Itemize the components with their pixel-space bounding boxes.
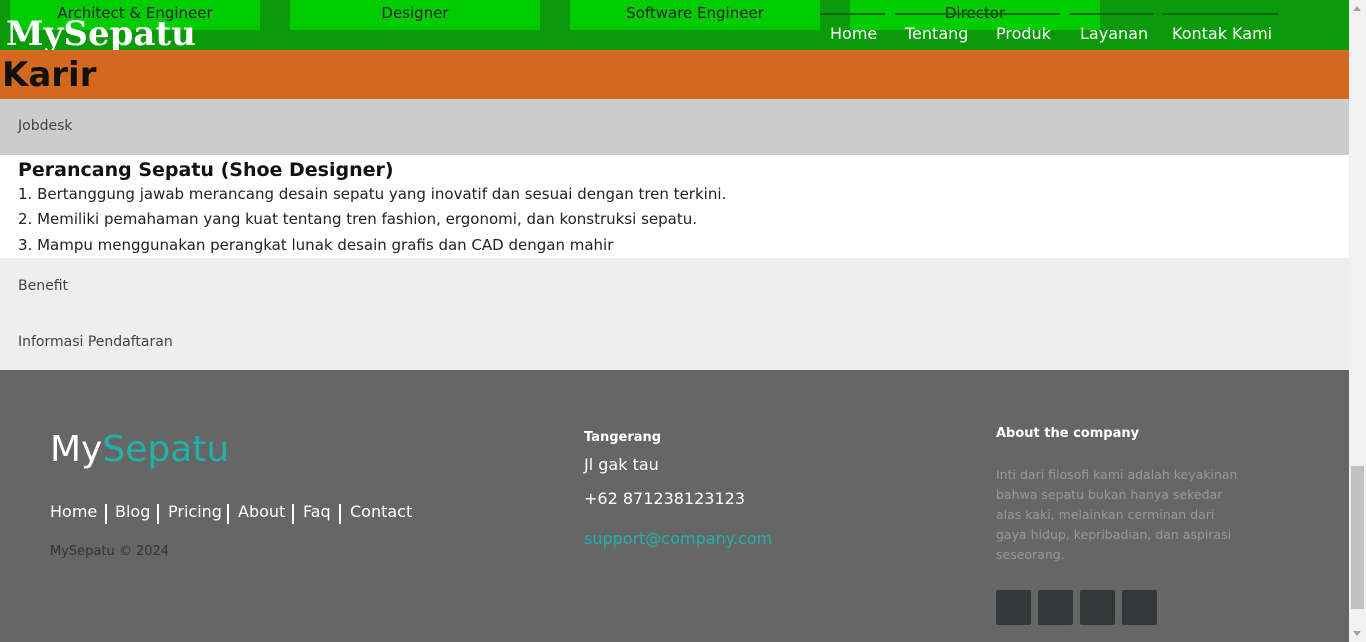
job-tab-designer[interactable]: Designer bbox=[290, 0, 540, 30]
job-tab-director[interactable]: Director bbox=[850, 0, 1100, 30]
nav-underline bbox=[1163, 13, 1278, 15]
accordion-label: Jobdesk bbox=[18, 118, 73, 134]
jobdesk-item: 3. Mampu menggunakan perangkat lunak des… bbox=[18, 236, 614, 254]
link-separator bbox=[227, 504, 229, 524]
scroll-up-arrow-icon[interactable] bbox=[1349, 0, 1366, 17]
link-separator bbox=[339, 504, 341, 524]
site-header: Architect & Engineer Designer Software E… bbox=[0, 0, 1349, 54]
footer-link-about[interactable]: About bbox=[238, 502, 285, 521]
nav-produk[interactable]: Produk bbox=[996, 24, 1051, 43]
accordion-informasi-pendaftaran-header[interactable]: Informasi Pendaftaran bbox=[0, 314, 1349, 370]
page-viewport: Architect & Engineer Designer Software E… bbox=[0, 0, 1349, 642]
footer-email-link[interactable]: support@company.com bbox=[584, 529, 772, 548]
social-icon[interactable] bbox=[996, 590, 1031, 625]
accordion-label: Benefit bbox=[18, 278, 69, 294]
nav-tentang[interactable]: Tentang bbox=[905, 24, 968, 43]
accordion-label: Informasi Pendaftaran bbox=[18, 334, 173, 350]
nav-underline bbox=[820, 13, 885, 15]
job-title: Perancang Sepatu (Shoe Designer) bbox=[18, 159, 394, 181]
footer-about-title: About the company bbox=[996, 426, 1140, 441]
link-separator bbox=[292, 504, 294, 524]
nav-layanan[interactable]: Layanan bbox=[1080, 24, 1148, 43]
jobdesk-item: 1. Bertanggung jawab merancang desain se… bbox=[18, 185, 727, 203]
footer-logo[interactable]: MySepatu bbox=[50, 428, 229, 472]
vertical-scrollbar[interactable] bbox=[1349, 0, 1366, 642]
footer-about-text: Inti dari filosofi kami adalah keyakinan… bbox=[996, 467, 1238, 562]
footer-logo-part1: My bbox=[50, 429, 103, 470]
footer-copyright: MySepatu © 2024 bbox=[50, 544, 170, 559]
accordion-jobdesk-header[interactable]: Jobdesk bbox=[0, 99, 1349, 155]
footer-city: Tangerang bbox=[584, 430, 662, 445]
nav-kontak-kami[interactable]: Kontak Kami bbox=[1172, 24, 1272, 43]
social-icon[interactable] bbox=[1122, 590, 1157, 625]
footer-address: Jl gak tau bbox=[584, 455, 659, 474]
footer-phone: +62 871238123123 bbox=[584, 489, 746, 508]
brand-logo[interactable]: MySepatu bbox=[6, 14, 196, 54]
job-tab-software-engineer[interactable]: Software Engineer bbox=[570, 0, 820, 30]
social-icon[interactable] bbox=[1038, 590, 1073, 625]
nav-underline bbox=[1070, 13, 1153, 15]
accordion-jobdesk-content: Perancang Sepatu (Shoe Designer) 1. Bert… bbox=[0, 155, 1349, 258]
site-footer: MySepatu Home Blog Pricing About Faq Con… bbox=[0, 370, 1349, 642]
footer-logo-part2: Sepatu bbox=[102, 429, 230, 470]
scroll-down-arrow-icon[interactable] bbox=[1349, 625, 1366, 642]
link-separator bbox=[157, 504, 159, 524]
footer-link-contact[interactable]: Contact bbox=[350, 502, 412, 521]
footer-link-home[interactable]: Home bbox=[50, 502, 97, 521]
footer-link-faq[interactable]: Faq bbox=[303, 502, 331, 521]
nav-home[interactable]: Home bbox=[830, 24, 877, 43]
jobdesk-item: 2. Memiliki pemahaman yang kuat tentang … bbox=[18, 210, 698, 228]
social-icon[interactable] bbox=[1080, 590, 1115, 625]
nav-underline bbox=[895, 13, 1060, 15]
page-title: Karir bbox=[2, 55, 97, 95]
scrollbar-thumb[interactable] bbox=[1351, 466, 1364, 609]
accordion-benefit-header[interactable]: Benefit bbox=[0, 258, 1349, 314]
footer-link-blog[interactable]: Blog bbox=[115, 502, 150, 521]
footer-link-pricing[interactable]: Pricing bbox=[168, 502, 222, 521]
page-title-bar: Karir bbox=[0, 50, 1349, 99]
link-separator bbox=[105, 504, 107, 524]
